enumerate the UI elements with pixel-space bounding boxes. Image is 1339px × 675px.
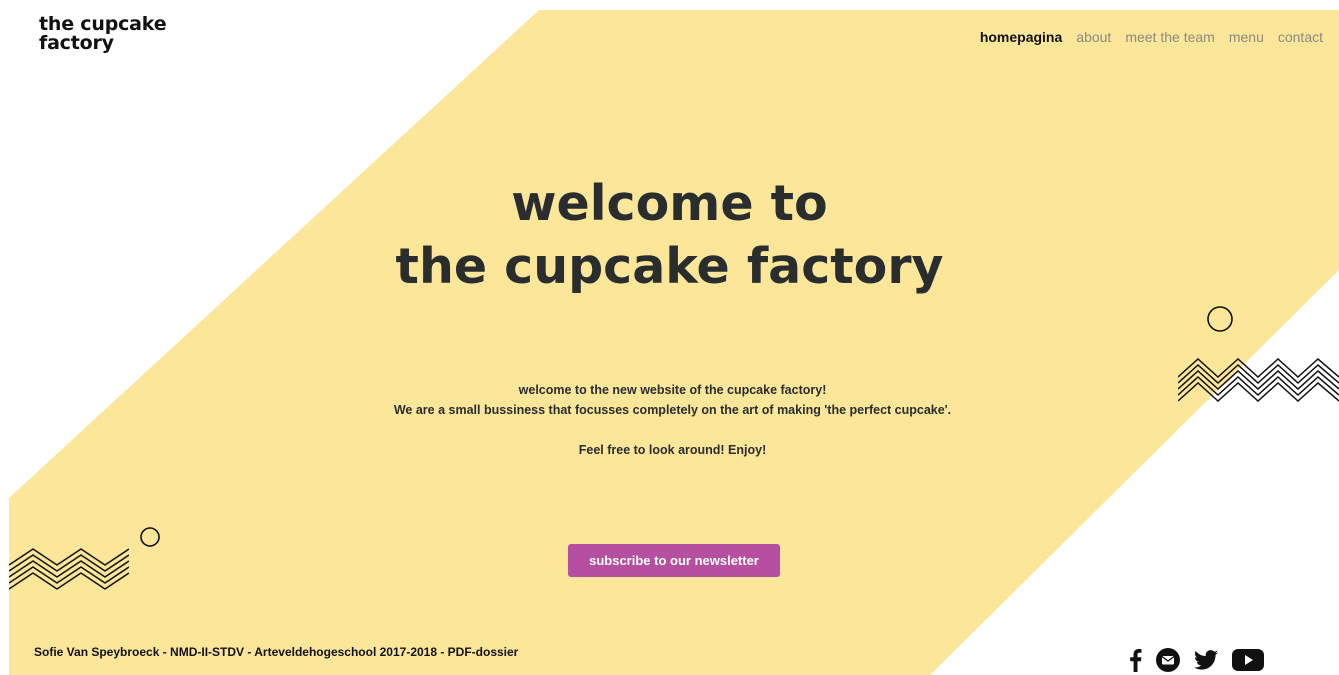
nav-item-contact[interactable]: contact	[1278, 29, 1323, 45]
circle-decoration-right	[1207, 306, 1233, 332]
page: the cupcake factory homepagina about mee…	[0, 0, 1339, 675]
hero-title-line-1: welcome to	[511, 175, 828, 232]
logo-line-2: factory	[39, 32, 114, 54]
youtube-icon[interactable]	[1232, 648, 1264, 672]
circle-decoration-left	[140, 527, 160, 547]
hero-title-line-2: the cupcake factory	[395, 238, 944, 295]
nav-item-homepagina[interactable]: homepagina	[980, 29, 1062, 45]
intro-line-3: Feel free to look around! Enjoy!	[578, 443, 767, 457]
subscribe-newsletter-button[interactable]: subscribe to our newsletter	[568, 544, 780, 577]
twitter-icon[interactable]	[1194, 650, 1218, 670]
intro-line-2: We are a small bussiness that focusses c…	[393, 403, 952, 417]
zigzag-decoration-left	[9, 548, 129, 590]
mail-icon[interactable]	[1156, 648, 1180, 672]
nav-item-about[interactable]: about	[1076, 29, 1111, 45]
nav-item-meet-the-team[interactable]: meet the team	[1125, 29, 1215, 45]
main-nav: homepagina about meet the team menu cont…	[980, 29, 1323, 45]
site-logo[interactable]: the cupcake factory	[39, 15, 167, 54]
facebook-icon[interactable]	[1128, 648, 1142, 672]
hero-title: welcome to the cupcake factory	[0, 172, 1339, 298]
intro-text: welcome to the new website of the cupcak…	[0, 380, 1339, 460]
intro-line-1: welcome to the new website of the cupcak…	[518, 383, 827, 397]
nav-item-menu[interactable]: menu	[1229, 29, 1264, 45]
social-icons	[1128, 648, 1264, 672]
footer-credit: Sofie Van Speybroeck - NMD-II-STDV - Art…	[34, 645, 519, 659]
